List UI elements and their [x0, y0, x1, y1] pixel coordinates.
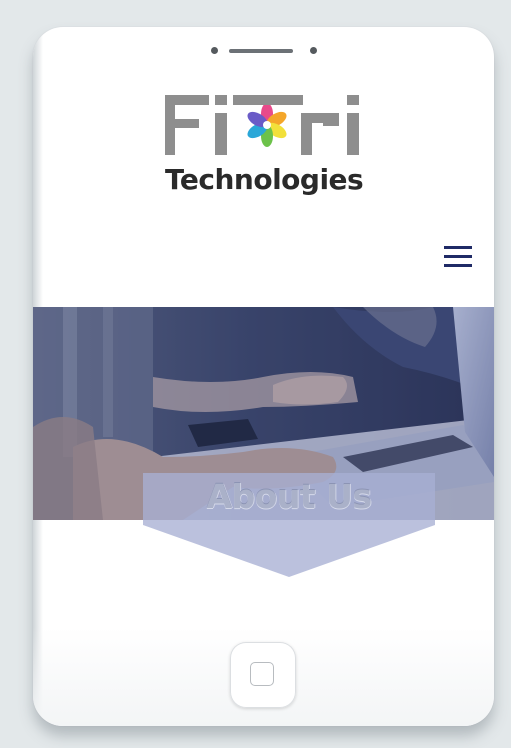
menu-bar — [444, 246, 472, 249]
fitri-logo[interactable]: Technologies — [161, 93, 371, 203]
hamburger-menu-icon[interactable] — [443, 242, 473, 272]
about-us-banner[interactable]: About Us — [143, 473, 435, 577]
menu-bar — [444, 264, 472, 267]
camera-dot-icon — [211, 47, 218, 54]
speaker-icon — [229, 49, 293, 53]
home-square-icon — [250, 662, 274, 686]
logo-subtitle: Technologies — [165, 163, 364, 196]
phone-top-bezel — [33, 45, 494, 57]
fitri-wordmark — [165, 95, 359, 155]
sensor-dot-icon — [310, 47, 317, 54]
phone-frame: Technologies About Us — [33, 27, 494, 726]
about-us-title: About Us — [206, 477, 372, 516]
menu-bar — [444, 255, 472, 258]
home-button[interactable] — [230, 642, 296, 708]
